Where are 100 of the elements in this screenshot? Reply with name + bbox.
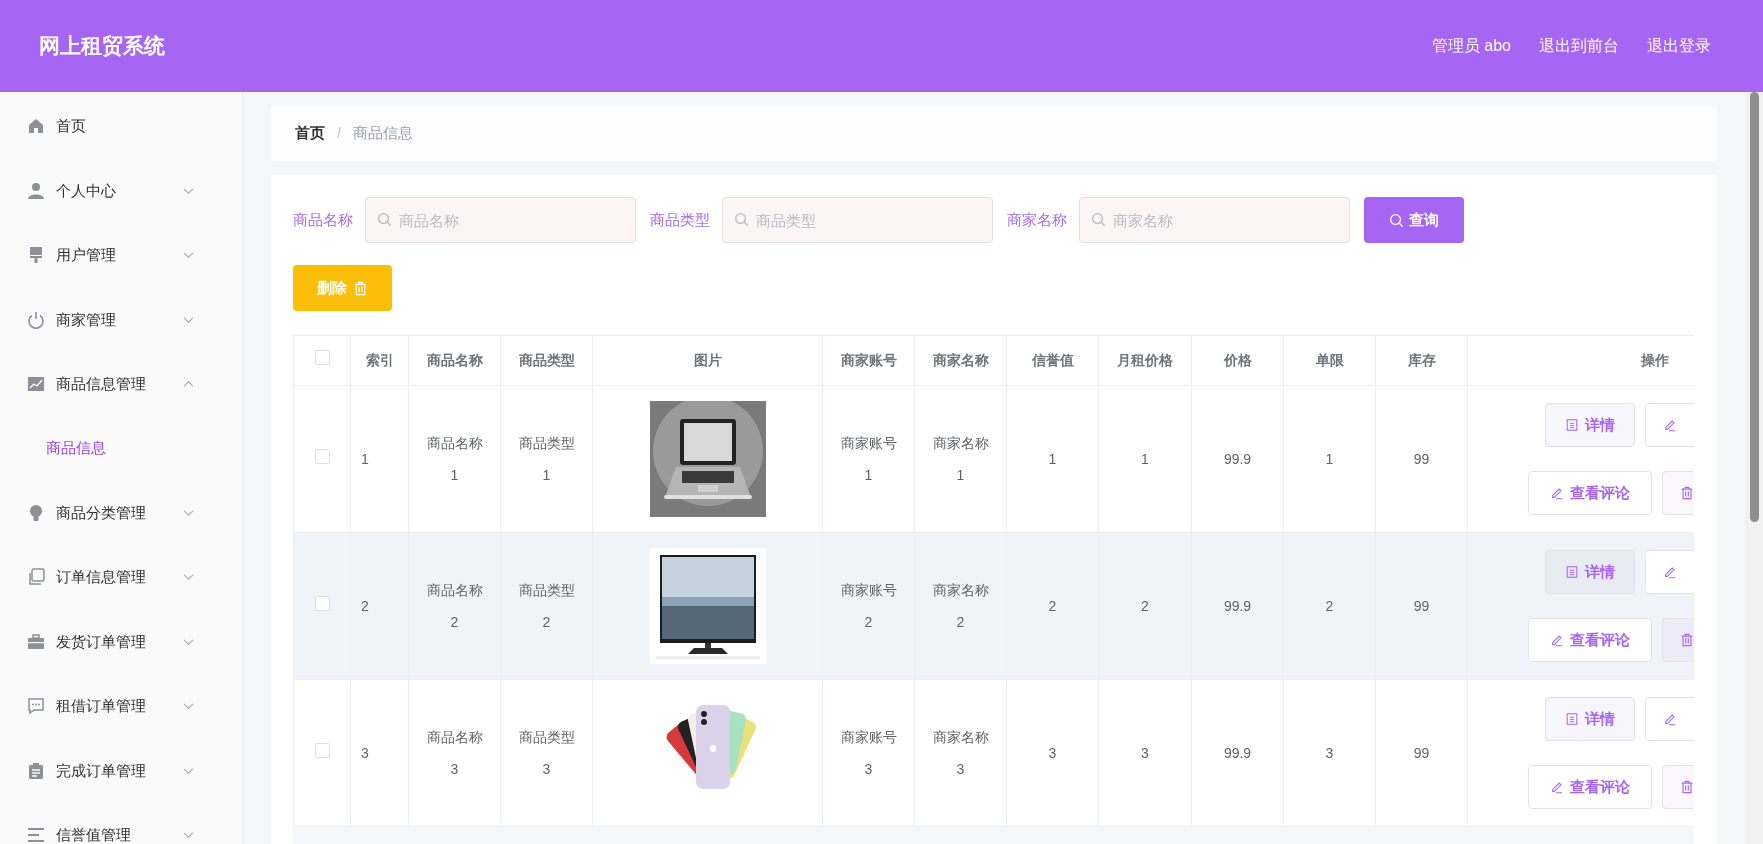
search-button[interactable]: 查询 — [1364, 197, 1464, 243]
table-row[interactable]: 3 商品名称3 商品类型3 商家账号3 商家名称3 3 3 99.9 3 99 详情 查看评论 — [293, 679, 1694, 827]
sidebar-item[interactable]: 订单信息管理 — [0, 545, 242, 610]
scrollbar[interactable] — [1746, 92, 1763, 844]
table-cell-text: 2 — [1141, 597, 1149, 616]
chat-icon — [27, 697, 45, 716]
column-header: 操作 — [1640, 352, 1669, 368]
column-header: 商品名称 — [426, 352, 483, 368]
search-field[interactable]: 商家名称 — [1079, 197, 1350, 243]
table-cell-text: 1 — [1325, 450, 1334, 469]
field-label: 商品类型 — [650, 209, 710, 230]
table-cell-text: 商家名称3 — [931, 728, 990, 779]
table-cell-text: 99 — [1413, 450, 1430, 469]
table-cell-text: 3 — [1325, 744, 1334, 763]
header-link[interactable]: 退出到前台 — [1539, 34, 1619, 58]
checkbox[interactable] — [314, 742, 330, 758]
table-cell-text: 商品类型1 — [517, 434, 576, 485]
app-title: 网上租贸系统 — [39, 33, 165, 60]
table-cell-text: 1 — [361, 450, 369, 469]
column-header: 价格 — [1223, 352, 1252, 368]
comments-button[interactable]: 查看评论 — [1528, 765, 1652, 809]
checkbox[interactable] — [314, 448, 330, 464]
detail-button[interactable]: 详情 — [1545, 403, 1635, 447]
trash-icon — [353, 280, 368, 296]
sidebar-item[interactable]: 商品分类管理 — [0, 480, 242, 545]
table-cell-text: 1 — [1141, 450, 1149, 469]
column-header: 商家名称 — [932, 352, 989, 368]
column-header: 商品类型 — [518, 352, 575, 368]
table-row[interactable]: 1 商品名称1 商品类型1 商家账号1 商家名称1 1 1 99.9 1 99 详情 查看评论 — [293, 385, 1694, 533]
clipboard-icon — [27, 761, 45, 780]
sidebar-item[interactable]: 首页 — [0, 94, 242, 159]
trash-icon — [1680, 780, 1694, 794]
table-cell-text: 3 — [361, 744, 369, 763]
breadcrumb-item[interactable]: 首页 — [295, 122, 325, 145]
search-icon — [734, 212, 749, 227]
scrollbar-thumb[interactable] — [1750, 92, 1759, 522]
checkbox[interactable] — [314, 350, 330, 365]
table-cell-text: 99 — [1413, 597, 1430, 616]
table-cell-text: 商品名称2 — [425, 581, 484, 632]
table-row[interactable]: 2 商品名称2 商品类型2 商家账号2 商家名称2 2 2 99.9 2 99 详情 查看评论 — [293, 532, 1694, 680]
table-cell-text: 商品类型2 — [517, 581, 576, 632]
table-cell-text: 2 — [1048, 597, 1057, 616]
search-icon — [377, 212, 392, 227]
sidebar-item[interactable]: 用户管理 — [0, 223, 242, 288]
detail-button[interactable]: 详情 — [1545, 697, 1635, 741]
sidebar-item[interactable]: 信誉值管理 — [0, 803, 242, 844]
table-cell-text: 商品类型3 — [517, 728, 576, 779]
column-header: 单限 — [1315, 352, 1344, 368]
column-header: 索引 — [365, 352, 394, 368]
trash-icon — [1680, 486, 1694, 500]
header-link[interactable]: 管理员 abo — [1431, 34, 1511, 58]
brush-icon — [27, 246, 45, 265]
home-icon — [27, 117, 45, 136]
table-cell-text: 3 — [1048, 744, 1057, 763]
pencil-icon — [1663, 565, 1677, 579]
table-cell-text: 99.9 — [1223, 597, 1252, 616]
table-cell-text: 2 — [361, 597, 369, 616]
column-header: 月租价格 — [1117, 352, 1173, 368]
user-icon — [27, 181, 45, 200]
header-link[interactable]: 退出登录 — [1647, 34, 1711, 58]
sidebar-item[interactable]: 商家管理 — [0, 287, 242, 352]
breadcrumb-item: 商品信息 — [353, 123, 414, 144]
pencil-icon — [1663, 418, 1677, 432]
breadcrumb-separator: / — [337, 123, 342, 144]
list-icon — [27, 826, 45, 844]
column-header: 图片 — [693, 352, 722, 368]
pencil-icon — [1550, 780, 1564, 794]
bulb-icon — [27, 503, 45, 522]
table-cell-text: 商品名称1 — [425, 434, 484, 485]
submenu-item[interactable]: 商品信息 — [0, 416, 242, 481]
column-header: 信誉值 — [1031, 352, 1074, 368]
document-icon — [1565, 712, 1579, 726]
search-field[interactable]: 商品类型 — [722, 197, 993, 243]
comments-button[interactable]: 查看评论 — [1528, 618, 1652, 662]
checkbox[interactable] — [314, 595, 330, 611]
field-label: 商品名称 — [293, 209, 353, 230]
comments-button[interactable]: 查看评论 — [1528, 471, 1652, 515]
search-icon — [1091, 212, 1106, 227]
table-cell-text: 商家名称1 — [931, 434, 990, 485]
table-cell-text: 商家账号1 — [839, 434, 898, 485]
sidebar-item[interactable]: 租借订单管理 — [0, 674, 242, 739]
column-header: 商家账号 — [840, 352, 897, 368]
pencil-icon — [1550, 486, 1564, 500]
sidebar-item[interactable]: 个人中心 — [0, 158, 242, 223]
search-icon — [1389, 212, 1404, 228]
column-header: 库存 — [1407, 352, 1436, 368]
chart-icon — [27, 375, 45, 394]
table-cell-text: 99.9 — [1223, 450, 1252, 469]
sidebar-item[interactable]: 完成订单管理 — [0, 738, 242, 803]
power-icon — [27, 310, 45, 329]
sidebar-item[interactable]: 商品信息管理 — [0, 352, 242, 417]
search-field[interactable]: 商品名称 — [365, 197, 636, 243]
document-icon — [1565, 418, 1579, 432]
sidebar-item[interactable]: 发货订单管理 — [0, 609, 242, 674]
table-cell-text: 2 — [1325, 597, 1334, 616]
table-cell-text: 商家名称2 — [931, 581, 990, 632]
table-cell-text: 商家账号3 — [839, 728, 898, 779]
pencil-icon — [1663, 712, 1677, 726]
table-cell-text: 99.9 — [1223, 744, 1252, 763]
briefcase-icon — [27, 632, 45, 651]
